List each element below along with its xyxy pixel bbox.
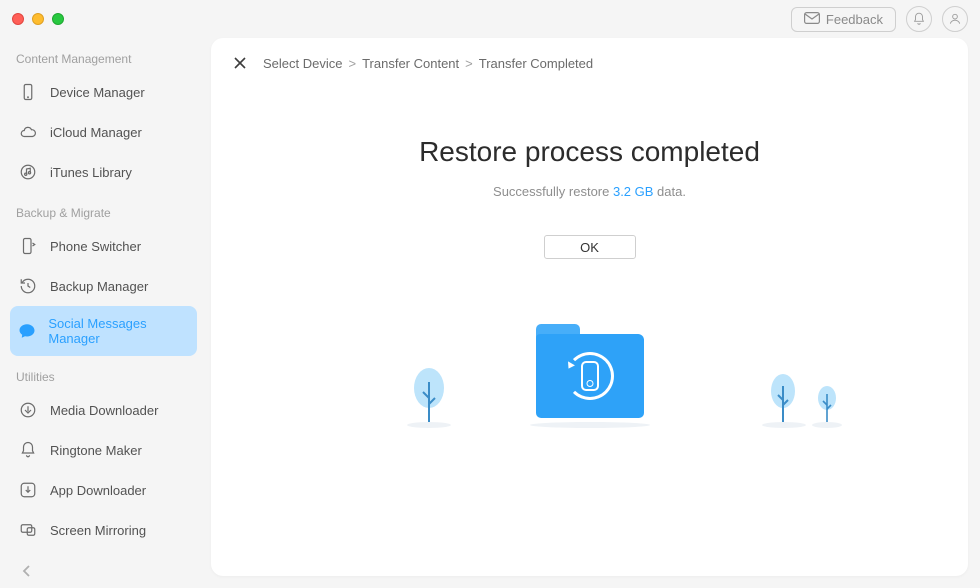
zoom-window-button[interactable] [52, 13, 64, 25]
sidebar-item-label: Screen Mirroring [50, 523, 146, 538]
cloud-icon [18, 122, 38, 142]
breadcrumb-step-2[interactable]: Transfer Content [362, 56, 459, 71]
content-area: Select Device > Transfer Content > Trans… [207, 38, 980, 588]
traffic-lights [12, 13, 64, 25]
status-subtitle: Successfully restore 3.2 GB data. [211, 184, 968, 199]
illustration-shadow [530, 422, 650, 428]
sidebar-item-label: Backup Manager [50, 279, 148, 294]
feedback-button[interactable]: Feedback [791, 7, 896, 32]
music-note-icon [18, 162, 38, 182]
title-bar: Feedback [0, 0, 980, 38]
breadcrumb: Select Device > Transfer Content > Trans… [263, 56, 593, 71]
phone-swap-icon [18, 236, 38, 256]
folder-restore-illustration [536, 324, 644, 418]
ok-button[interactable]: OK [544, 235, 636, 259]
sidebar-item-phone-switcher[interactable]: Phone Switcher [10, 226, 197, 266]
sidebar-item-device-manager[interactable]: Device Manager [10, 72, 197, 112]
breadcrumb-step-3[interactable]: Transfer Completed [479, 56, 593, 71]
history-icon [18, 276, 38, 296]
sidebar-item-label: Device Manager [50, 85, 145, 100]
sidebar-item-label: iTunes Library [50, 165, 132, 180]
breadcrumb-step-1[interactable]: Select Device [263, 56, 342, 71]
chat-bubble-icon [18, 321, 36, 341]
bell-icon [912, 12, 926, 26]
sidebar: Content Management Device Manager iCloud… [0, 38, 207, 588]
page-title: Restore process completed [211, 136, 968, 168]
section-title-backup-migrate: Backup & Migrate [10, 192, 197, 226]
phone-icon [18, 82, 38, 102]
download-icon [18, 400, 38, 420]
sidebar-item-backup-manager[interactable]: Backup Manager [10, 266, 197, 306]
screens-icon [18, 520, 38, 540]
mail-icon [804, 12, 820, 27]
user-icon [948, 12, 962, 26]
bell-icon [18, 440, 38, 460]
sidebar-item-app-downloader[interactable]: App Downloader [10, 470, 197, 510]
account-button[interactable] [942, 6, 968, 32]
sidebar-item-label: iCloud Manager [50, 125, 142, 140]
chevron-left-icon [22, 564, 32, 578]
close-panel-button[interactable] [229, 52, 251, 74]
sidebar-item-label: Phone Switcher [50, 239, 141, 254]
subtitle-suffix: data. [653, 184, 686, 199]
tree-illustration [816, 386, 838, 424]
app-download-icon [18, 480, 38, 500]
sidebar-item-media-downloader[interactable]: Media Downloader [10, 390, 197, 430]
notifications-button[interactable] [906, 6, 932, 32]
sidebar-item-label: Social Messages Manager [48, 316, 189, 346]
feedback-label: Feedback [826, 12, 883, 27]
subtitle-prefix: Successfully restore [493, 184, 613, 199]
sidebar-item-social-messages-manager[interactable]: Social Messages Manager [10, 306, 197, 356]
sidebar-item-ringtone-maker[interactable]: Ringtone Maker [10, 430, 197, 470]
sidebar-item-screen-mirroring[interactable]: Screen Mirroring [10, 510, 197, 550]
collapse-sidebar-button[interactable] [16, 560, 38, 582]
sidebar-item-label: Media Downloader [50, 403, 158, 418]
close-window-button[interactable] [12, 13, 24, 25]
chevron-right-icon: > [465, 56, 473, 71]
main-card: Select Device > Transfer Content > Trans… [211, 38, 968, 576]
sidebar-item-icloud-manager[interactable]: iCloud Manager [10, 112, 197, 152]
chevron-right-icon: > [348, 56, 356, 71]
section-title-content-management: Content Management [10, 38, 197, 72]
sidebar-item-itunes-library[interactable]: iTunes Library [10, 152, 197, 192]
sidebar-item-label: App Downloader [50, 483, 146, 498]
subtitle-size-value: 3.2 GB [613, 184, 653, 199]
tree-illustration [411, 368, 447, 424]
close-icon [233, 56, 247, 70]
section-title-utilities: Utilities [10, 356, 197, 390]
minimize-window-button[interactable] [32, 13, 44, 25]
tree-illustration [768, 374, 798, 424]
sidebar-item-label: Ringtone Maker [50, 443, 142, 458]
